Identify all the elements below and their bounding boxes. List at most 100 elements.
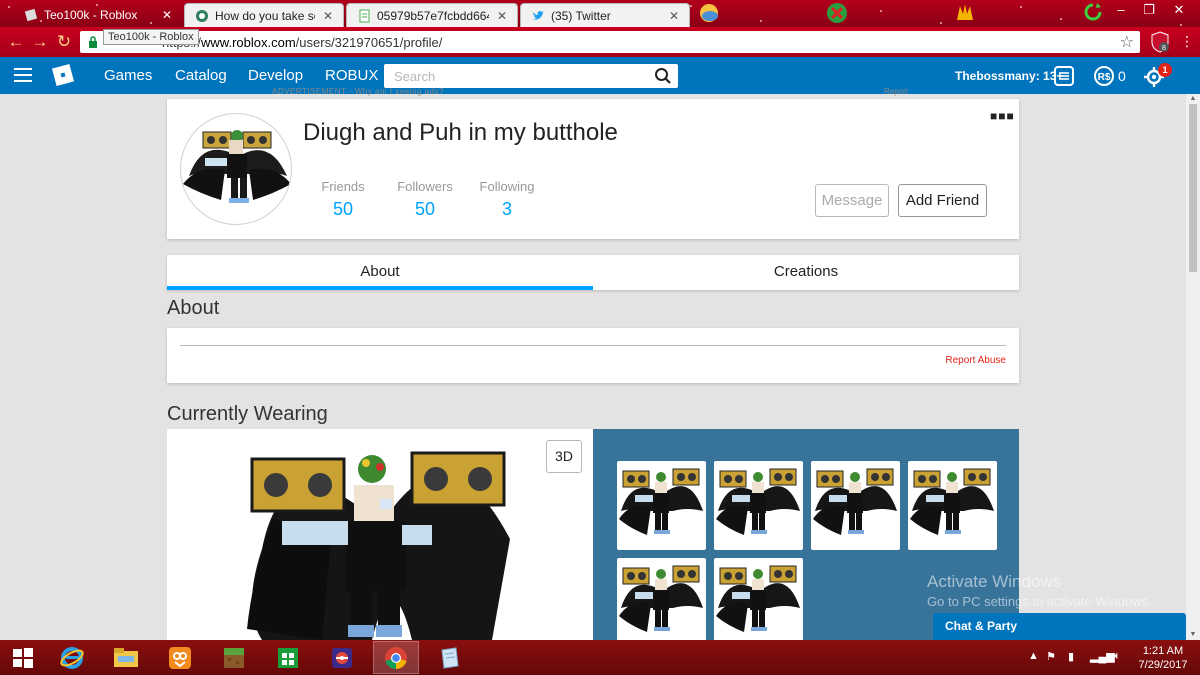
reload-icon[interactable]: ↻ xyxy=(54,32,74,52)
search-box xyxy=(384,64,678,88)
theme-sparkle xyxy=(760,20,762,22)
windows-start-icon xyxy=(13,647,33,668)
page-scrollbar[interactable]: ▲ ▼ xyxy=(1186,94,1200,640)
toggle-3d-button[interactable]: 3D xyxy=(546,440,582,473)
theme-sparkle xyxy=(1180,24,1182,26)
signal-icon[interactable]: ▂▄▆ xyxy=(1090,650,1115,663)
tab-creations[interactable]: Creations xyxy=(593,255,1019,290)
stat-label: Friends xyxy=(321,179,365,194)
ad-report-link[interactable]: Report xyxy=(884,87,908,96)
browser-tab-bar: Teo100k - Roblox ✕ How do you take scree… xyxy=(0,0,1200,27)
item-thumbnail xyxy=(619,468,703,535)
lock-icon xyxy=(89,36,97,48)
search-input[interactable] xyxy=(384,64,634,88)
item-thumbnail xyxy=(813,468,897,535)
xbox-icon[interactable] xyxy=(826,2,848,24)
worn-item-tile[interactable] xyxy=(714,558,803,647)
tab-about[interactable]: About xyxy=(167,255,593,290)
taskbar-store[interactable] xyxy=(265,641,311,674)
taskbar-notepad[interactable] xyxy=(427,641,473,674)
theme-sparkle xyxy=(880,10,882,12)
browser-menu-icon[interactable]: ⋮ xyxy=(1180,33,1194,49)
chrome-icon xyxy=(385,646,407,669)
taskbar-clock[interactable]: 1:21 AM 7/29/2017 xyxy=(1138,644,1188,672)
address-bar[interactable]: https://www.roblox.com/users/321970651/p… xyxy=(80,31,1140,53)
forward-icon[interactable]: → xyxy=(30,32,50,52)
tab-image-file[interactable]: 05979b57e7fcbdd6641a7 ✕ xyxy=(346,3,518,27)
refresh-icon[interactable] xyxy=(1082,1,1104,23)
tab-title: 05979b57e7fcbdd6641a7 xyxy=(377,8,489,23)
message-button[interactable]: Message xyxy=(815,184,889,217)
tab-screenshot-help[interactable]: How do you take screen ✕ xyxy=(184,3,344,27)
add-friend-button[interactable]: Add Friend xyxy=(898,184,987,217)
restore-button[interactable]: ❐ xyxy=(1136,0,1162,22)
twitter-icon xyxy=(533,10,544,20)
close-icon[interactable]: ✕ xyxy=(323,9,333,23)
start-button[interactable] xyxy=(0,641,46,674)
stat-label: Following xyxy=(479,179,535,194)
stat-value: 50 xyxy=(414,199,436,219)
more-options-icon[interactable]: ■■■ xyxy=(990,109,1015,123)
stat-label: Followers xyxy=(397,179,453,194)
minimize-button[interactable]: – xyxy=(1108,0,1134,22)
site-header: Games Catalog Develop ROBUX Thebossmany:… xyxy=(0,57,1200,94)
volume-icon[interactable]: 🔈︎ xyxy=(1114,650,1121,663)
taskbar-minecraft[interactable] xyxy=(211,641,257,674)
hamburger-menu-icon[interactable] xyxy=(14,68,32,82)
back-icon[interactable]: ← xyxy=(6,32,26,52)
shield-extension-icon[interactable]: 8 xyxy=(1150,31,1170,53)
close-icon[interactable]: ✕ xyxy=(669,9,679,23)
following-stat[interactable]: Following 3 xyxy=(467,179,547,220)
tab-title: (35) Twitter xyxy=(551,8,611,23)
chat-party-button[interactable]: Chat & Party xyxy=(933,613,1186,640)
messages-icon[interactable] xyxy=(1053,65,1075,87)
nav-catalog[interactable]: Catalog xyxy=(175,67,227,84)
worn-item-tile[interactable] xyxy=(617,461,706,550)
globe-icon xyxy=(196,9,208,22)
flag-icon[interactable]: ⚑ xyxy=(1046,650,1056,663)
tab-roblox-profile[interactable]: Teo100k - Roblox ✕ xyxy=(14,3,182,27)
close-icon[interactable]: ✕ xyxy=(497,9,507,23)
tab-title: Teo100k - Roblox xyxy=(44,8,138,22)
nav-robux[interactable]: ROBUX xyxy=(325,67,378,84)
profile-display-name: Diugh and Puh in my butthole xyxy=(303,119,618,146)
worn-item-tile[interactable] xyxy=(617,558,706,647)
taskbar-internet-explorer[interactable] xyxy=(49,641,95,674)
worn-item-tile[interactable] xyxy=(811,461,900,550)
bookmark-star-icon[interactable]: ☆ xyxy=(1120,32,1134,52)
theme-sparkle xyxy=(8,6,10,8)
aquaman-icon[interactable] xyxy=(954,2,976,24)
profile-tabs: About Creations xyxy=(167,255,1019,290)
worn-item-tile[interactable] xyxy=(908,461,997,550)
tab-twitter[interactable]: (35) Twitter ✕ xyxy=(520,3,690,27)
tray-expand-icon[interactable]: ▲ xyxy=(1028,650,1039,662)
nav-games[interactable]: Games xyxy=(104,67,152,84)
report-abuse-link[interactable]: Report Abuse xyxy=(945,355,1006,366)
scroll-up-icon[interactable]: ▲ xyxy=(1186,94,1200,104)
close-window-button[interactable]: ✕ xyxy=(1166,0,1192,22)
roblox-logo[interactable] xyxy=(51,63,75,87)
weather-icon[interactable] xyxy=(698,2,720,24)
avatar[interactable] xyxy=(180,113,292,225)
search-icon[interactable] xyxy=(654,67,672,85)
taskbar-file-explorer[interactable] xyxy=(103,641,149,674)
friends-stat[interactable]: Friends 50 xyxy=(303,179,383,220)
item-thumbnail xyxy=(619,565,703,632)
taskbar-game[interactable] xyxy=(319,641,365,674)
notepad-icon xyxy=(441,646,459,669)
close-icon[interactable]: ✕ xyxy=(162,8,172,22)
taskbar-chrome[interactable] xyxy=(373,641,419,674)
battery-icon[interactable]: ▮ xyxy=(1068,650,1074,663)
taskbar-app[interactable] xyxy=(157,641,203,674)
game-icon xyxy=(332,647,352,668)
username-label[interactable]: Thebossmany: 13+ xyxy=(955,69,1063,83)
worn-item-tile[interactable] xyxy=(714,461,803,550)
extension-badge: 8 xyxy=(1162,45,1166,52)
scroll-down-icon[interactable]: ▼ xyxy=(1186,630,1200,640)
ad-label[interactable]: ADVERTISEMENT · Why am I seeing ads? xyxy=(272,87,444,96)
about-heading: About xyxy=(167,297,220,319)
followers-stat[interactable]: Followers 50 xyxy=(385,179,465,220)
robux-icon[interactable]: R$ xyxy=(1093,65,1115,87)
nav-develop[interactable]: Develop xyxy=(248,67,303,84)
scroll-thumb[interactable] xyxy=(1189,104,1197,272)
